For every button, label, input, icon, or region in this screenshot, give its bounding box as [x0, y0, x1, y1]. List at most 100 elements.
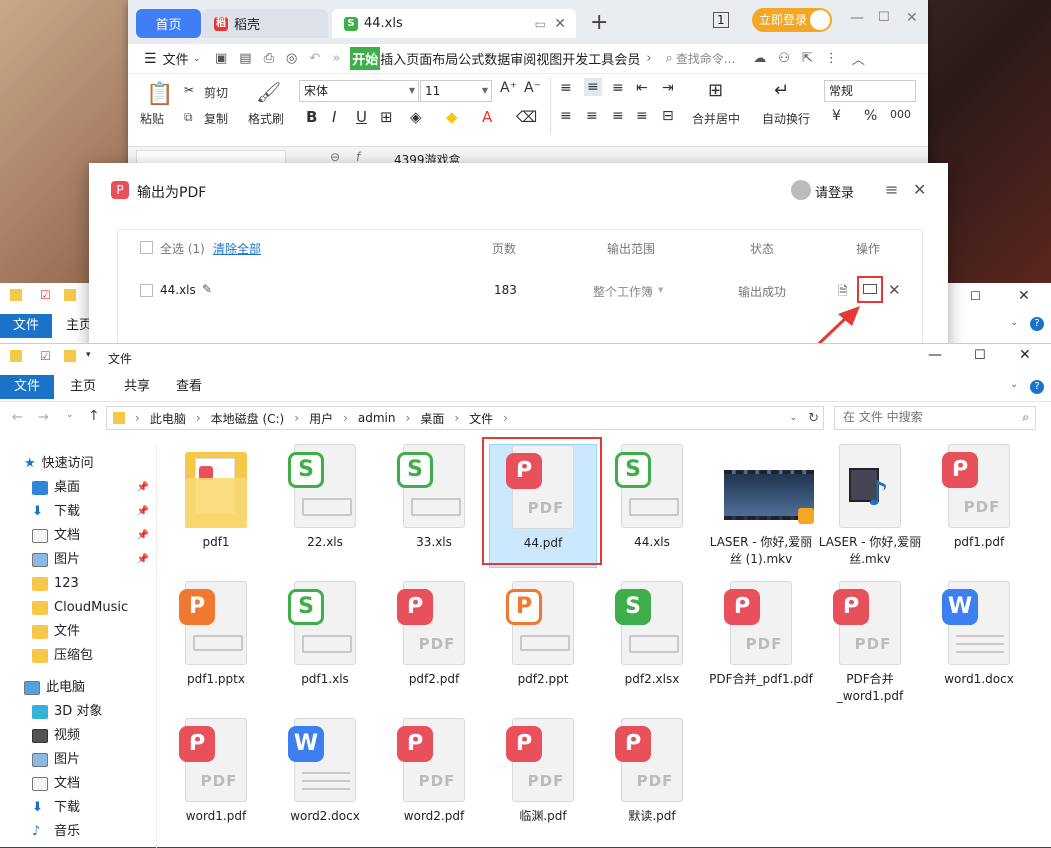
nav-item-documents-pc[interactable]: 文档: [0, 772, 157, 796]
percent-icon[interactable]: %: [864, 108, 877, 124]
align-left-icon[interactable]: ≡: [560, 108, 572, 124]
nav-item-3d[interactable]: 3D 对象: [0, 700, 157, 724]
maximize-icon[interactable]: ☐: [974, 348, 986, 363]
paste-icon[interactable]: 📋: [146, 82, 173, 107]
cloud-icon[interactable]: ☁: [753, 51, 766, 66]
fill-color-icon[interactable]: ◆: [446, 108, 458, 126]
font-select[interactable]: 宋体 ▼: [299, 80, 419, 102]
search-input[interactable]: [843, 410, 1013, 424]
help-icon[interactable]: ?: [1030, 380, 1044, 394]
menu-tab-layout[interactable]: 页面布局: [406, 49, 458, 68]
copy-icon[interactable]: ⧉: [184, 110, 193, 125]
undo-icon[interactable]: ↶: [309, 51, 320, 66]
back-icon[interactable]: ←: [12, 410, 23, 425]
indent-decrease-icon[interactable]: ⇤: [636, 80, 648, 96]
preview-icon[interactable]: ◎: [286, 51, 297, 66]
menu-tab-dev[interactable]: 开发工具: [562, 49, 614, 68]
align-right-icon[interactable]: ≡: [612, 108, 624, 124]
nav-this-pc[interactable]: 此电脑: [0, 676, 157, 700]
file-item[interactable]: ᑭ PDF word2.pdf: [380, 718, 488, 825]
align-top-icon[interactable]: ≡: [560, 80, 572, 96]
file-item[interactable]: ᑭ PDF PDF合并_pdf1.pdf: [707, 581, 815, 688]
align-center-icon[interactable]: ≡: [586, 108, 598, 124]
nav-item-123[interactable]: 123: [0, 572, 157, 596]
command-search[interactable]: 查找命令...: [676, 50, 735, 67]
file-item[interactable]: ᑭ PDF 44.pdf: [482, 437, 602, 568]
row-checkbox[interactable]: [140, 284, 153, 297]
align-bottom-icon[interactable]: ≡: [612, 80, 624, 96]
pin-icon[interactable]: 📌: [137, 500, 149, 524]
save-icon[interactable]: ▣: [215, 51, 227, 66]
export-icon[interactable]: ▤: [239, 51, 251, 66]
close-window-icon[interactable]: ✕: [1019, 347, 1031, 363]
breadcrumb-this-pc[interactable]: 此电脑: [150, 410, 186, 427]
format-brush-icon[interactable]: 🖌: [256, 80, 281, 104]
minimize-icon[interactable]: —: [850, 10, 864, 26]
currency-icon[interactable]: ¥: [832, 108, 841, 124]
file-item[interactable]: Wword2.docx: [271, 718, 379, 825]
merge-icon[interactable]: ⊞: [708, 80, 723, 101]
border-icon[interactable]: ⊞: [380, 108, 393, 126]
close-tab-icon[interactable]: ✕: [554, 16, 566, 32]
distribute-icon[interactable]: ⊟: [662, 108, 674, 124]
nav-quick-access[interactable]: ★ 快速访问: [0, 452, 157, 476]
login-button[interactable]: 立即登录: [752, 8, 832, 32]
menu-start[interactable]: 开始: [350, 47, 381, 70]
ribbon-tab-file[interactable]: 文件: [0, 375, 54, 399]
properties-icon[interactable]: ☑: [40, 349, 51, 363]
breadcrumb-desktop[interactable]: 桌面: [420, 410, 444, 427]
cell-shading-icon[interactable]: ◈: [410, 108, 422, 126]
row-range[interactable]: 整个工作簿: [593, 283, 653, 300]
refresh-icon[interactable]: ↻: [808, 411, 819, 426]
address-bar[interactable]: › 此电脑 › 本地磁盘 (C:) › 用户 › admin › 桌面 › 文件…: [106, 406, 824, 430]
file-item[interactable]: Spdf2.xlsx: [598, 581, 706, 688]
merge-center-button[interactable]: 合并居中: [692, 110, 740, 127]
collapse-ribbon-icon[interactable]: ︿: [852, 49, 865, 68]
nav-item-archives[interactable]: 压缩包: [0, 644, 157, 668]
font-size-select[interactable]: 11 ▼: [420, 80, 492, 102]
file-item[interactable]: Spdf1.xls: [271, 581, 379, 688]
justify-icon[interactable]: ≡: [636, 108, 648, 124]
window-mode-icon[interactable]: ▭: [535, 17, 546, 31]
nav-item-videos[interactable]: 视频: [0, 724, 157, 748]
underline-icon[interactable]: U: [356, 108, 367, 126]
file-item[interactable]: S 44.xls: [598, 444, 706, 551]
file-item[interactable]: ᑭ PDF pdf2.pdf: [380, 581, 488, 688]
quick-toolbar-chevron-icon[interactable]: ▾: [86, 350, 91, 360]
chevron-down-icon[interactable]: ⌄: [193, 53, 201, 64]
nav-item-music[interactable]: ♪ 音乐: [0, 820, 157, 844]
paste-button[interactable]: 粘贴: [140, 110, 164, 127]
pin-icon[interactable]: 📌: [137, 476, 149, 500]
close-window-icon[interactable]: ✕: [906, 10, 918, 26]
pin-icon[interactable]: 📌: [137, 524, 149, 548]
file-item[interactable]: ᑭ PDF 默读.pdf: [598, 718, 706, 825]
new-tab-icon[interactable]: +: [590, 10, 608, 35]
chevron-right-icon[interactable]: ›: [646, 51, 651, 66]
tab-home[interactable]: 首页: [136, 9, 201, 38]
menu-file[interactable]: 文件: [163, 49, 189, 68]
function-icon[interactable]: f: [356, 150, 360, 164]
nav-item-pictures-pc[interactable]: 图片: [0, 748, 157, 772]
italic-icon[interactable]: I: [332, 108, 336, 126]
font-increase-icon[interactable]: A⁺: [500, 80, 517, 96]
ribbon-tab-view[interactable]: 查看: [172, 375, 206, 399]
chevron-down-icon[interactable]: ⌄: [1010, 317, 1018, 328]
more-options-icon[interactable]: ⋮: [825, 51, 838, 66]
help-icon[interactable]: ?: [1030, 317, 1044, 331]
menu-icon[interactable]: ≡: [885, 180, 898, 199]
tab-44-xls[interactable]: S 44.xls ✕ ▭: [332, 9, 576, 38]
menu-tab-formula[interactable]: 公式: [458, 49, 484, 68]
close-window-icon[interactable]: ✕: [1018, 288, 1030, 304]
number-format-select[interactable]: 常规: [824, 80, 916, 102]
file-item[interactable]: S 33.xls: [380, 444, 488, 551]
search-box[interactable]: ⌕: [834, 406, 1036, 430]
nav-item-files[interactable]: 文件: [0, 620, 157, 644]
nav-item-documents[interactable]: 文档 📌: [0, 524, 157, 548]
menu-tab-review[interactable]: 审阅: [510, 49, 536, 68]
file-item[interactable]: Ppdf1.pptx: [162, 581, 270, 688]
wrap-text-button[interactable]: 自动换行: [762, 110, 810, 127]
file-item[interactable]: ᑭ PDF PDF合并_word1.pdf: [816, 581, 924, 705]
recent-chevron-icon[interactable]: ⌄: [66, 410, 74, 420]
clear-format-icon[interactable]: ⌫: [516, 108, 537, 126]
bold-icon[interactable]: B: [306, 108, 317, 126]
